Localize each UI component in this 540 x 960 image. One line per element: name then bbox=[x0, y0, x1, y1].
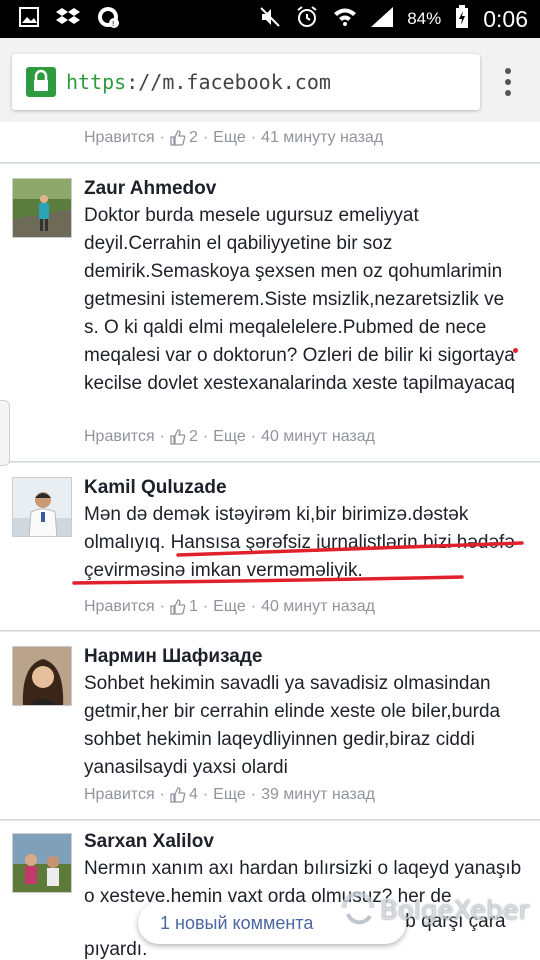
like-count: 2 bbox=[188, 428, 198, 445]
like-count: 4 bbox=[188, 786, 198, 803]
url-scheme: https bbox=[66, 70, 127, 94]
thumbs-up-icon bbox=[170, 130, 186, 146]
dropbox-icon bbox=[56, 6, 80, 33]
like-link[interactable]: Нравится bbox=[84, 786, 155, 804]
comment-author[interactable]: Sarxan Xalilov bbox=[84, 831, 214, 853]
battery-percent: 84% bbox=[407, 9, 442, 28]
avatar[interactable] bbox=[12, 477, 72, 537]
gallery-icon bbox=[18, 6, 40, 33]
thumbs-up-icon bbox=[170, 429, 186, 445]
url-host: ://m.facebook.com bbox=[126, 70, 331, 94]
more-link[interactable]: Еще bbox=[213, 786, 246, 804]
more-link[interactable]: Еще bbox=[213, 129, 246, 147]
thumbs-up-icon bbox=[170, 599, 186, 615]
like-link[interactable]: Нравится bbox=[84, 129, 155, 147]
watermark-text: BolgeXeber bbox=[380, 895, 530, 926]
comment-time: 41 минуту назад bbox=[261, 129, 384, 146]
avatar[interactable] bbox=[12, 178, 72, 238]
watermark-logo-icon bbox=[340, 890, 376, 931]
more-link[interactable]: Еще bbox=[213, 428, 246, 446]
wifi-icon bbox=[333, 7, 357, 32]
red-dot-annotation bbox=[513, 348, 518, 353]
url-text: https://m.facebook.com bbox=[66, 70, 331, 94]
comment-meta: Нравится · 2 · Еще · 41 минуту назад bbox=[84, 129, 384, 147]
mute-icon bbox=[259, 6, 281, 33]
comment-meta: Нравится · 1 · Еще · 40 минут назад bbox=[84, 598, 375, 616]
edge-panel-handle[interactable] bbox=[0, 400, 10, 466]
comment-time: 40 минут назад bbox=[261, 598, 375, 615]
clock: 0:06 bbox=[483, 5, 528, 32]
more-link[interactable]: Еще bbox=[213, 598, 246, 616]
avatar[interactable] bbox=[12, 646, 72, 706]
comment-meta: Нравится · 2 · Еще · 40 минут назад bbox=[84, 428, 375, 446]
comment-item: Zaur Ahmedov Doktor burda mesele ugursuz… bbox=[0, 164, 540, 462]
signal-icon bbox=[371, 6, 394, 32]
watermark: BolgeXeber bbox=[340, 890, 529, 931]
alarm-icon bbox=[295, 5, 319, 34]
comment-text-line: pıyardı. bbox=[84, 939, 148, 960]
battery-icon bbox=[455, 4, 469, 34]
comment-time: 39 минут назад bbox=[261, 786, 375, 803]
comment-meta: Нравится · 4 · Еще · 39 минут назад bbox=[84, 786, 375, 804]
like-count: 1 bbox=[188, 598, 198, 615]
status-bar: ! 84% 0:06 bbox=[0, 0, 540, 38]
comment-text: Doktor burda mesele ugursuz emeliyyat de… bbox=[84, 205, 515, 394]
comments-feed: Нравится · 2 · Еще · 41 минуту назад Zau… bbox=[0, 122, 540, 960]
comment-item: Нармин Шафизаде Sohbet hekimin savadli y… bbox=[0, 632, 540, 820]
comment-author[interactable]: Zaur Ahmedov bbox=[84, 178, 216, 200]
comment-previous: Нравится · 2 · Еще · 41 минуту назад bbox=[0, 122, 540, 163]
comment-author[interactable]: Нармин Шафизаде bbox=[84, 646, 263, 668]
whatsapp-icon: ! bbox=[96, 5, 120, 34]
avatar[interactable] bbox=[12, 833, 72, 893]
lock-icon bbox=[26, 67, 56, 97]
comment-time: 40 минут назад bbox=[261, 428, 375, 445]
thumbs-up-icon bbox=[170, 787, 186, 803]
browser-toolbar: https://m.facebook.com bbox=[0, 38, 540, 122]
like-link[interactable]: Нравится bbox=[84, 428, 155, 446]
like-link[interactable]: Нравится bbox=[84, 598, 155, 616]
comment-item: Kamil Quluzade Mən də demək istəyirəm ki… bbox=[0, 463, 540, 631]
comment-text: Sohbet hekimin savadli ya savadisiz olma… bbox=[84, 673, 501, 778]
svg-text:!: ! bbox=[112, 20, 115, 28]
address-bar[interactable]: https://m.facebook.com bbox=[12, 54, 480, 110]
red-underline-annotation bbox=[72, 541, 524, 585]
overflow-menu-icon[interactable] bbox=[504, 68, 512, 96]
like-count: 2 bbox=[188, 129, 198, 146]
